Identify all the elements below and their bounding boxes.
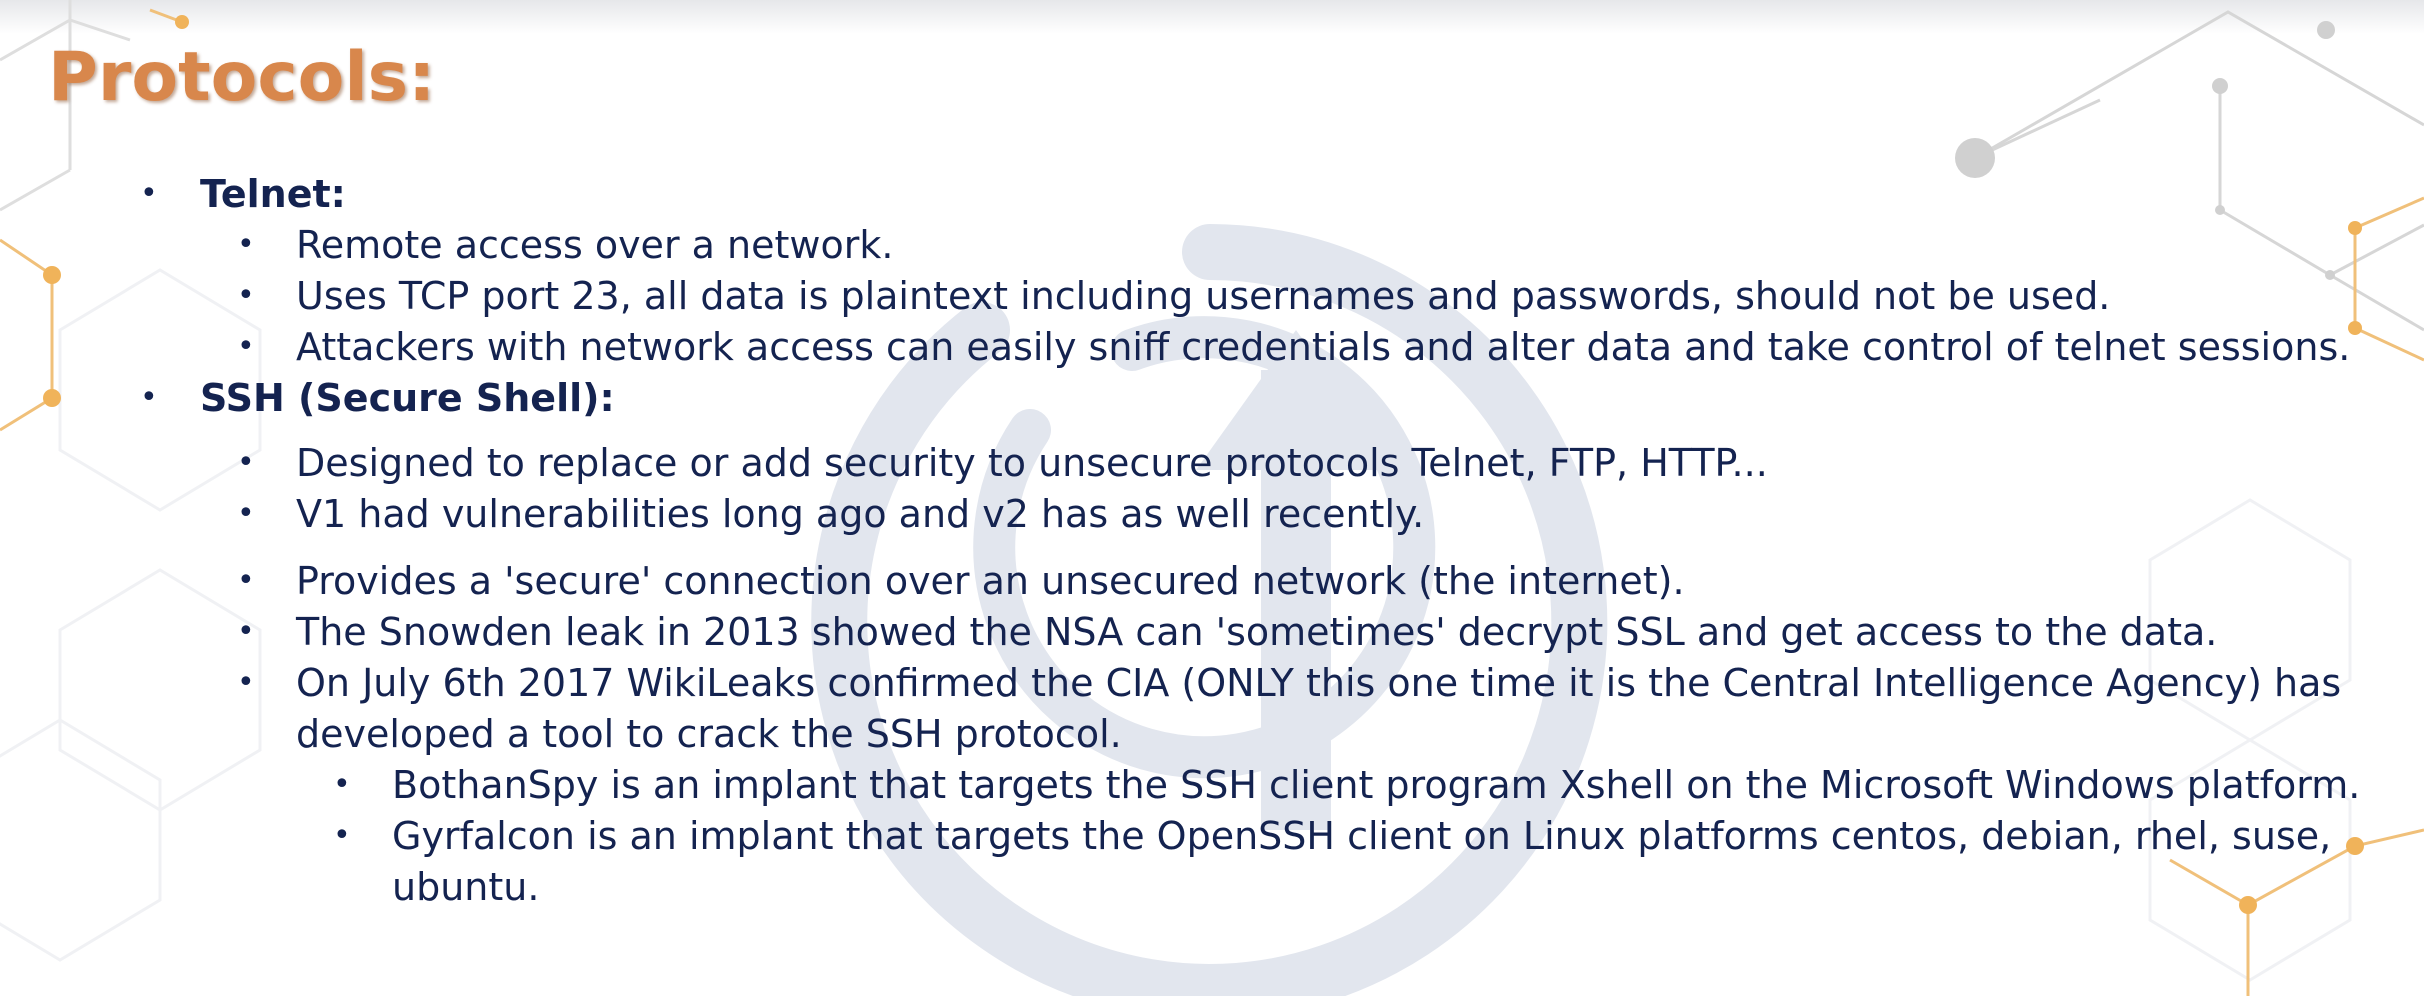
bullet-ssh-point-5: • (237, 665, 255, 700)
bullet-ssh: • (140, 380, 158, 415)
telnet-point-3: Attackers with network access can easily… (296, 325, 2351, 369)
ssh-point-5-line-2: developed a tool to crack the SSH protoc… (296, 712, 1122, 756)
subpoint-gyrfalcon-line-1: Gyrfalcon is an implant that targets the… (392, 814, 2332, 858)
bullet-gyrfalcon: • (333, 818, 351, 853)
heading-ssh: SSH (Secure Shell): (200, 376, 615, 420)
bullet-ssh-point-2: • (237, 496, 255, 531)
bullet-telnet: • (140, 176, 158, 211)
ssh-point-3: Provides a 'secure' connection over an u… (296, 559, 1685, 603)
bullet-telnet-point-1: • (237, 227, 255, 262)
bullet-telnet-point-2: • (237, 278, 255, 313)
bullet-telnet-point-3: • (237, 329, 255, 364)
telnet-point-2: Uses TCP port 23, all data is plaintext … (296, 274, 2111, 318)
bullet-ssh-point-3: • (237, 563, 255, 598)
telnet-point-1: Remote access over a network. (296, 223, 894, 267)
ssh-point-4: The Snowden leak in 2013 showed the NSA … (296, 610, 2218, 654)
subpoint-bothanspy: BothanSpy is an implant that targets the… (392, 763, 2361, 807)
slide-title: Protocols: (48, 38, 436, 117)
bullet-ssh-point-4: • (237, 614, 255, 649)
network-accent-top-right (2353, 196, 2424, 362)
bullet-ssh-point-1: • (237, 445, 255, 480)
ssh-point-1: Designed to replace or add security to u… (296, 441, 1768, 485)
ssh-point-5-line-1: On July 6th 2017 WikiLeaks confirmed the… (296, 661, 2342, 705)
bullet-bothanspy: • (333, 767, 351, 802)
subpoint-gyrfalcon-line-2: ubuntu. (392, 865, 540, 909)
ssh-point-2: V1 had vulnerabilities long ago and v2 h… (296, 492, 1425, 536)
heading-telnet: Telnet: (200, 172, 346, 216)
